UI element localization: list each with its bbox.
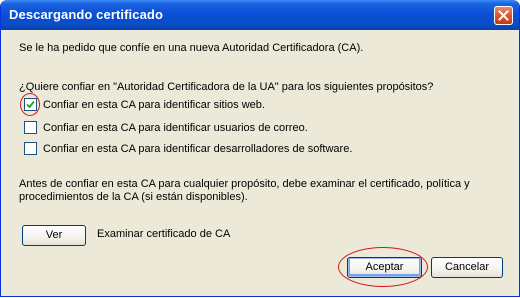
close-button[interactable] [494,6,513,25]
option-label-software-developers[interactable]: Confiar en esta CA para identificar desa… [43,143,352,155]
option-label-websites[interactable]: Confiar en esta CA para identificar siti… [43,99,265,111]
annotation-circle-checkbox [20,93,40,116]
annotation-circle-accept [338,247,428,287]
question-text: ¿Quiere confiar en "Autoridad Certificad… [19,81,434,93]
title-bar[interactable]: Descargando certificado [1,0,519,30]
close-icon [498,10,509,21]
intro-text: Se le ha pedido que confíe en una nueva … [19,42,364,54]
checkbox-email-users[interactable] [24,121,37,134]
certificate-dialog: Descargando certificado Se le ha pedido … [0,0,520,297]
dialog-body: Se le ha pedido que confíe en una nueva … [5,30,515,292]
view-button[interactable]: Ver [22,225,86,246]
note-line-2: procedimientos de la CA (si están dispon… [19,191,248,203]
window-title: Descargando certificado [9,7,164,22]
checkbox-software-developers[interactable] [24,142,37,155]
cancel-button[interactable]: Cancelar [431,257,503,278]
view-certificate-label: Examinar certificado de CA [97,228,231,240]
note-line-1: Antes de confiar en esta CA para cualqui… [19,178,470,190]
option-label-email-users[interactable]: Confiar en esta CA para identificar usua… [43,122,308,134]
